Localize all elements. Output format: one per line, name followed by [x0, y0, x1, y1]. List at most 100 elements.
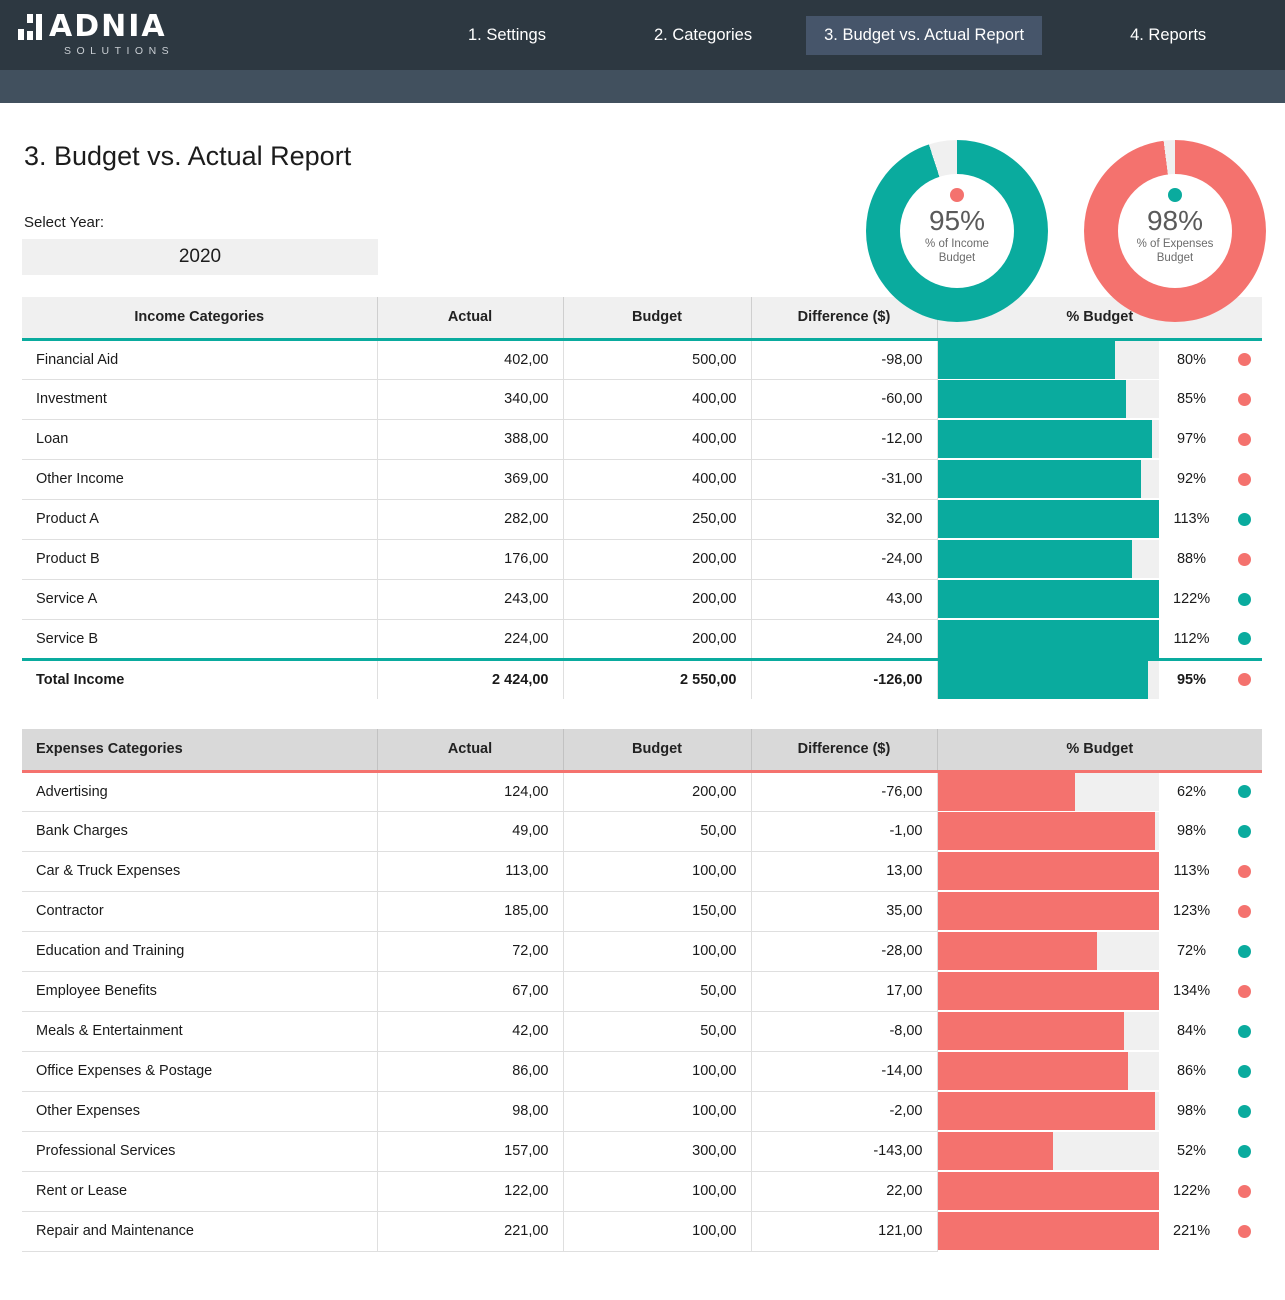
nav-item-categories[interactable]: 2. Categories	[636, 16, 770, 55]
cell-budget: 500,00	[563, 339, 751, 379]
bar-track	[938, 580, 1160, 618]
expenses-table-header: Expenses Categories Actual Budget Differ…	[22, 729, 1262, 771]
bar-track	[938, 932, 1160, 970]
bar-fill	[938, 580, 1160, 618]
cell-actual: 282,00	[377, 499, 563, 539]
cell-actual: 340,00	[377, 379, 563, 419]
status-dot-icon	[1238, 1225, 1251, 1238]
bar-track	[938, 1132, 1160, 1170]
header-accent-band	[0, 70, 1285, 103]
cell-difference: -8,00	[751, 1011, 937, 1051]
cell-budget: 200,00	[563, 539, 751, 579]
brand-name: ADNIA	[49, 14, 167, 40]
status-dot-icon	[1238, 1145, 1251, 1158]
cell-percent-bar	[937, 539, 1159, 579]
status-dot-icon	[1238, 593, 1251, 606]
bar-track	[938, 620, 1160, 658]
cell-actual: 72,00	[377, 931, 563, 971]
bar-track	[938, 1212, 1160, 1250]
table-row: Repair and Maintenance221,00100,00121,00…	[22, 1211, 1262, 1251]
cell-difference: -98,00	[751, 339, 937, 379]
nav-item-settings[interactable]: 1. Settings	[450, 16, 564, 55]
cell-percent-bar	[937, 1091, 1159, 1131]
kpi-donut-income-caption: % of Income Budget	[925, 237, 989, 265]
cell-category: Investment	[22, 379, 377, 419]
cell-category: Bank Charges	[22, 811, 377, 851]
cell-status-indicator	[1224, 1091, 1262, 1131]
status-dot-icon	[1238, 945, 1251, 958]
cell-percent-value: 86%	[1159, 1051, 1224, 1091]
cell-percent-bar	[937, 931, 1159, 971]
table-row: Investment340,00400,00-60,0085%	[22, 379, 1262, 419]
cell-percent-bar	[937, 971, 1159, 1011]
bar-track	[938, 1172, 1160, 1210]
cell-actual: 122,00	[377, 1171, 563, 1211]
cell-category: Advertising	[22, 771, 377, 811]
cell-percent-value: 95%	[1159, 659, 1224, 699]
table-row: Car & Truck Expenses113,00100,0013,00113…	[22, 851, 1262, 891]
table-row: Office Expenses & Postage86,00100,00-14,…	[22, 1051, 1262, 1091]
cell-percent-bar	[937, 499, 1159, 539]
status-dot-icon	[1238, 632, 1251, 645]
cell-actual: 185,00	[377, 891, 563, 931]
cell-percent-bar	[937, 579, 1159, 619]
status-dot-icon	[1238, 513, 1251, 526]
table-row: Service B224,00200,0024,00112%	[22, 619, 1262, 659]
year-select-value: 2020	[179, 246, 221, 268]
cell-category: Loan	[22, 419, 377, 459]
cell-status-indicator	[1224, 811, 1262, 851]
cell-percent-value: 92%	[1159, 459, 1224, 499]
cell-percent-bar	[937, 1171, 1159, 1211]
cell-percent-value: 122%	[1159, 579, 1224, 619]
bar-fill	[938, 892, 1160, 930]
cell-actual: 67,00	[377, 971, 563, 1011]
cell-difference: 24,00	[751, 619, 937, 659]
brand-logo[interactable]: ADNIA SOLUTIONS	[18, 14, 278, 57]
cell-percent-bar	[937, 419, 1159, 459]
cell-percent-value: 113%	[1159, 499, 1224, 539]
status-dot-icon	[1238, 1185, 1251, 1198]
cell-budget: 400,00	[563, 379, 751, 419]
bar-fill	[938, 540, 1133, 578]
cell-difference: -76,00	[751, 771, 937, 811]
cell-budget: 100,00	[563, 931, 751, 971]
kpi-donut-income-center: 95% % of Income Budget	[900, 174, 1014, 288]
cell-actual: 113,00	[377, 851, 563, 891]
table-row: Contractor185,00150,0035,00123%	[22, 891, 1262, 931]
cell-status-indicator	[1224, 499, 1262, 539]
cell-difference: 43,00	[751, 579, 937, 619]
cell-status-indicator	[1224, 851, 1262, 891]
bar-track	[938, 420, 1160, 458]
nav-item-budget-vs-actual-report[interactable]: 3. Budget vs. Actual Report	[806, 16, 1042, 55]
cell-budget: 400,00	[563, 459, 751, 499]
cell-status-indicator	[1224, 931, 1262, 971]
cell-percent-bar	[937, 851, 1159, 891]
cell-percent-value: 80%	[1159, 339, 1224, 379]
year-select[interactable]: 2020	[22, 239, 378, 275]
kpi-donut-expenses-value: 98%	[1147, 206, 1203, 236]
cell-budget: 100,00	[563, 1051, 751, 1091]
cell-actual: 402,00	[377, 339, 563, 379]
cell-difference: -31,00	[751, 459, 937, 499]
cell-difference: -12,00	[751, 419, 937, 459]
cell-percent-bar	[937, 811, 1159, 851]
cell-percent-value: 62%	[1159, 771, 1224, 811]
table-row: Financial Aid402,00500,00-98,0080%	[22, 339, 1262, 379]
status-dot-icon	[1238, 905, 1251, 918]
bar-track	[938, 1052, 1160, 1090]
table-row: Other Income369,00400,00-31,0092%	[22, 459, 1262, 499]
cell-budget: 400,00	[563, 419, 751, 459]
cell-category: Car & Truck Expenses	[22, 851, 377, 891]
bar-track	[938, 500, 1160, 538]
cell-percent-value: 122%	[1159, 1171, 1224, 1211]
bar-fill	[938, 661, 1148, 699]
cell-difference: -143,00	[751, 1131, 937, 1171]
status-dot-icon	[1238, 1065, 1251, 1078]
bar-track	[938, 661, 1160, 699]
cell-percent-value: 72%	[1159, 931, 1224, 971]
cell-difference: -14,00	[751, 1051, 937, 1091]
nav-item-reports[interactable]: 4. Reports	[1112, 16, 1224, 55]
cell-category: Total Income	[22, 659, 377, 699]
bar-fill	[938, 773, 1075, 811]
cell-difference: 17,00	[751, 971, 937, 1011]
